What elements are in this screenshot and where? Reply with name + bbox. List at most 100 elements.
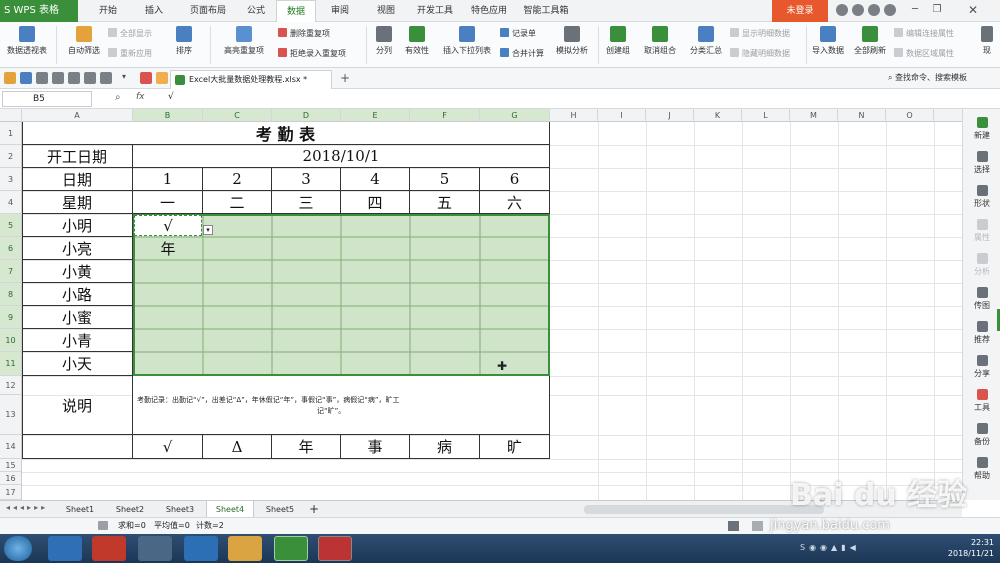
row-header[interactable]: 13 — [0, 395, 22, 435]
help-button[interactable]: 帮助 — [963, 457, 1000, 481]
range-props-button[interactable]: 数据区域属性 — [894, 48, 954, 60]
print-icon[interactable] — [52, 72, 64, 84]
date-cell[interactable]: 3 — [272, 168, 341, 191]
recorder-icon[interactable] — [318, 536, 352, 561]
row-header[interactable]: 9 — [0, 306, 22, 329]
record-form-button[interactable]: 记录单 — [500, 28, 536, 40]
app-logo[interactable]: S WPS 表格 — [0, 0, 78, 22]
refresh-all-button[interactable]: 全部刷新 — [850, 24, 890, 56]
active-cell-b5[interactable]: √ — [134, 215, 202, 236]
sort-button[interactable]: 排序 — [162, 24, 206, 56]
date-cell[interactable]: 4 — [341, 168, 410, 191]
chevron-down-icon[interactable]: ▾ — [122, 72, 134, 84]
employee-name[interactable]: 小明 — [22, 214, 133, 237]
tools-button[interactable]: 工具 — [963, 389, 1000, 413]
backup-button[interactable]: 备份 — [963, 423, 1000, 447]
column-header[interactable]: F — [410, 109, 480, 122]
import-data-button[interactable]: 导入数据 — [810, 24, 846, 56]
row-header[interactable]: 8 — [0, 283, 22, 306]
reject-duplicates-button[interactable]: 拒绝录入重复项 — [278, 48, 346, 60]
row-header[interactable]: 3 — [0, 168, 22, 191]
row-header[interactable]: 17 — [0, 485, 22, 500]
show-detail-button[interactable]: 显示明细数据 — [730, 28, 790, 40]
column-header[interactable]: J — [646, 109, 694, 122]
date-cell[interactable]: 6 — [480, 168, 550, 191]
tab-home[interactable]: 开始 — [88, 0, 128, 22]
ungroup-button[interactable]: 取消组合 — [638, 24, 682, 56]
row-header[interactable]: 7 — [0, 260, 22, 283]
row-header[interactable]: 6 — [0, 237, 22, 260]
column-header[interactable]: M — [790, 109, 838, 122]
row-header[interactable]: 2 — [0, 145, 22, 168]
employee-name[interactable]: 小路 — [22, 283, 133, 306]
weekday-cell[interactable]: 二 — [203, 191, 272, 214]
tab-page-layout[interactable]: 页面布局 — [180, 0, 236, 22]
employee-name[interactable]: 小蜜 — [22, 306, 133, 329]
tray-icons[interactable]: S◉◉▲▮◀ — [800, 543, 950, 554]
minimize-icon[interactable]: ─ — [908, 4, 922, 16]
save-icon[interactable] — [20, 72, 32, 84]
zoom-icon[interactable]: ⌕ — [115, 92, 121, 103]
start-date-label[interactable]: 开工日期 — [22, 145, 133, 168]
weekday-cell[interactable]: 四 — [341, 191, 410, 214]
sheet-tab[interactable]: Sheet3 — [156, 501, 204, 518]
column-header[interactable]: A — [22, 109, 133, 122]
sheet-tab-active[interactable]: Sheet4 — [206, 501, 254, 518]
reapply-button[interactable]: 重新应用 — [108, 48, 152, 60]
sheet-tab[interactable]: Sheet2 — [106, 501, 154, 518]
employee-name[interactable]: 小黄 — [22, 260, 133, 283]
sheet-title[interactable]: 考 勤 表 — [22, 122, 550, 145]
row-header[interactable]: 14 — [0, 435, 22, 459]
open-icon[interactable] — [4, 72, 16, 84]
skin-icon[interactable] — [836, 4, 848, 16]
tab-review[interactable]: 审阅 — [322, 0, 358, 22]
select-all-corner[interactable] — [0, 109, 22, 122]
weekday-cell[interactable]: 六 — [480, 191, 550, 214]
column-header[interactable]: L — [742, 109, 790, 122]
properties-button[interactable]: 属性 — [963, 219, 1000, 243]
tab-features[interactable]: 特色应用 — [464, 0, 514, 22]
column-header[interactable]: I — [598, 109, 646, 122]
folder-icon[interactable] — [228, 536, 262, 561]
subtotal-button[interactable]: 分类汇总 — [686, 24, 726, 56]
tab-insert[interactable]: 插入 — [134, 0, 174, 22]
column-header[interactable]: D — [272, 109, 341, 122]
symbol-cell[interactable]: √ — [133, 435, 203, 459]
feedback-icon[interactable] — [852, 4, 864, 16]
search-command[interactable]: ⌕ 查找命令、搜索模板 — [888, 72, 967, 83]
date-label[interactable]: 日期 — [22, 168, 133, 191]
start-date-value[interactable]: 2018/10/1 — [133, 145, 550, 168]
weekday-label[interactable]: 星期 — [22, 191, 133, 214]
weekday-cell[interactable]: 一 — [133, 191, 203, 214]
row-header[interactable]: 11 — [0, 352, 22, 376]
spreadsheet-grid[interactable]: A B C D E F G H I J K L M N O 1 2 3 4 5 … — [0, 109, 962, 500]
row-header[interactable]: 4 — [0, 191, 22, 214]
export-icon[interactable] — [36, 72, 48, 84]
page-layout-icon[interactable] — [752, 521, 763, 531]
hide-detail-button[interactable]: 隐藏明细数据 — [730, 48, 790, 60]
column-header[interactable]: N — [838, 109, 886, 122]
sheet-tab[interactable]: Sheet1 — [56, 501, 104, 518]
consolidate-button[interactable]: 合并计算 — [500, 48, 544, 60]
select-button[interactable]: 选择 — [963, 151, 1000, 175]
undo-icon[interactable] — [84, 72, 96, 84]
remove-duplicates-button[interactable]: 删除重复项 — [278, 28, 330, 40]
row-header[interactable]: 10 — [0, 329, 22, 352]
row-header[interactable]: 15 — [0, 459, 22, 472]
redo-icon[interactable] — [100, 72, 112, 84]
preview-icon[interactable] — [68, 72, 80, 84]
column-header[interactable]: G — [480, 109, 550, 122]
recommend-button[interactable]: 推荐 — [963, 321, 1000, 345]
note-label[interactable]: 说明 — [22, 376, 133, 435]
column-header[interactable]: B — [133, 109, 203, 122]
employee-name[interactable]: 小天 — [22, 352, 133, 376]
row-header[interactable]: 1 — [0, 122, 22, 145]
what-if-button[interactable]: 模拟分析 — [552, 24, 592, 56]
column-header[interactable]: K — [694, 109, 742, 122]
close-icon[interactable]: ✕ — [966, 3, 980, 17]
formula-input[interactable]: √ — [168, 92, 174, 102]
create-group-button[interactable]: 创建组 — [602, 24, 634, 56]
login-button[interactable]: 未登录 — [772, 0, 828, 22]
normal-view-icon[interactable] — [728, 521, 739, 531]
new-button[interactable]: 新建 — [963, 117, 1000, 141]
